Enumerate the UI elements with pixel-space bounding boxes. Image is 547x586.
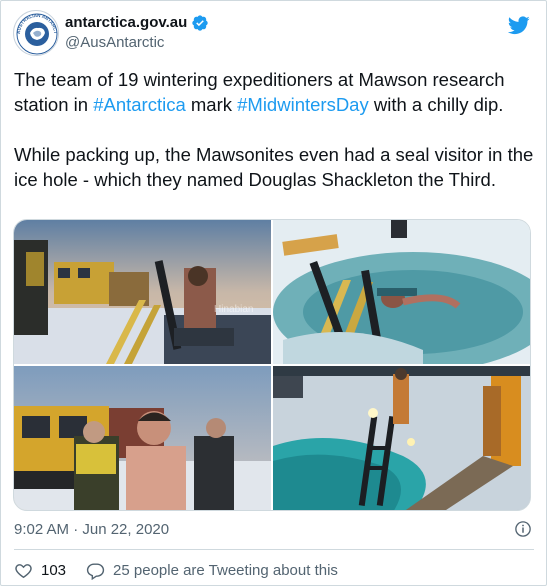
tweet-card: AUSTRALIAN ANTARCTIC PROGRAM antarctica.… xyxy=(0,0,547,586)
tweet-actions: 103 25 people are Tweeting about this xyxy=(14,559,338,581)
photo-expeditioner-vehicle[interactable] xyxy=(14,366,271,510)
reply-bubble-icon xyxy=(86,562,105,580)
like-button[interactable]: 103 xyxy=(14,561,66,580)
hashtag-midwintersday-link[interactable]: #MidwintersDay xyxy=(237,94,369,115)
info-icon[interactable] xyxy=(514,520,532,538)
photo-ladder-ice-hole[interactable]: Hinabian xyxy=(14,220,271,364)
avatar[interactable]: AUSTRALIAN ANTARCTIC PROGRAM xyxy=(13,10,59,56)
like-count: 103 xyxy=(41,561,67,579)
hashtag-antarctica-link[interactable]: #Antarctica xyxy=(93,94,186,115)
tweet-timestamp[interactable]: 9:02 AM · Jun 22, 2020 xyxy=(14,521,169,538)
tweet-paragraph-1: The team of 19 wintering expeditioners a… xyxy=(14,67,534,117)
verified-badge-icon xyxy=(192,15,208,31)
conversation-text: 25 people are Tweeting about this xyxy=(113,561,338,579)
account-names: antarctica.gov.au @AusAntarctic xyxy=(65,13,209,53)
tweet-text-segment: with a chilly dip. xyxy=(368,94,504,115)
display-name[interactable]: antarctica.gov.au xyxy=(65,13,209,33)
tweet-text-segment: mark xyxy=(185,94,238,115)
photo-swimmer-ice-hole[interactable] xyxy=(273,220,530,364)
antarctic-program-logo-icon: AUSTRALIAN ANTARCTIC PROGRAM xyxy=(14,11,58,55)
heart-icon xyxy=(15,563,32,578)
twitter-bird-icon[interactable] xyxy=(507,14,531,36)
photo-ice-hole-night[interactable] xyxy=(273,366,530,510)
display-name-text[interactable]: antarctica.gov.au xyxy=(65,13,187,33)
expeditioner-ladder-photo-icon: Hinabian xyxy=(14,220,271,364)
divider xyxy=(14,549,534,550)
media-grid: Hinabian xyxy=(13,219,531,511)
tweet-text: The team of 19 wintering expeditioners a… xyxy=(14,67,534,192)
timestamp-row: 9:02 AM · Jun 22, 2020 xyxy=(14,519,536,539)
expeditioner-vehicle-photo-icon xyxy=(14,366,271,510)
account-handle[interactable]: @AusAntarctic xyxy=(65,33,209,53)
conversation-button[interactable]: 25 people are Tweeting about this xyxy=(86,561,338,580)
svg-text:Hinabian: Hinabian xyxy=(214,304,253,315)
swimmer-photo-icon xyxy=(273,220,530,364)
ice-hole-night-photo-icon xyxy=(273,366,530,510)
tweet-header: AUSTRALIAN ANTARCTIC PROGRAM antarctica.… xyxy=(13,10,535,56)
tweet-paragraph-2: While packing up, the Mawsonites even ha… xyxy=(14,144,534,190)
